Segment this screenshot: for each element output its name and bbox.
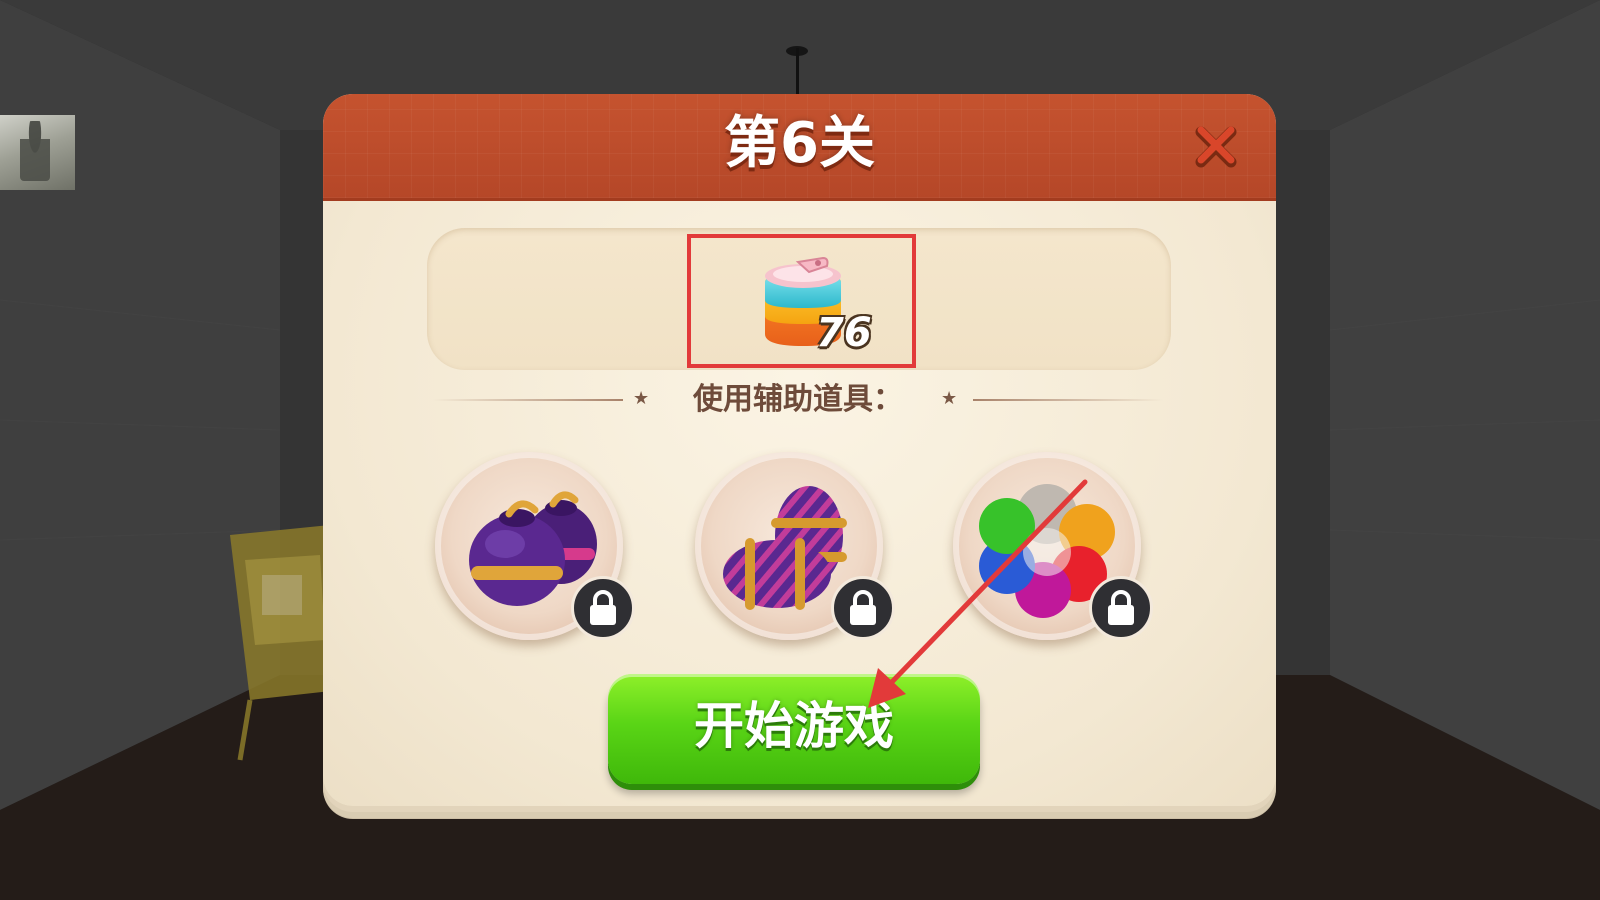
lock-badge (831, 576, 895, 640)
divider-left (433, 399, 623, 401)
start-game-label: 开始游戏 (694, 697, 894, 755)
wall-portrait (0, 115, 75, 190)
lock-icon (590, 590, 616, 625)
lock-icon (1108, 590, 1134, 625)
lock-badge (571, 576, 635, 640)
lock-icon (850, 590, 876, 625)
close-icon[interactable] (1193, 124, 1239, 170)
highlight-box (687, 234, 916, 368)
star-icon: ★ (941, 388, 958, 409)
lamp-cord (796, 48, 799, 98)
booster-slot-rainbow[interactable] (953, 452, 1153, 640)
booster-slot-bomb[interactable] (435, 452, 635, 640)
booster-label: 使用辅助道具： (693, 382, 903, 417)
booster-label-row: ★ 使用辅助道具： ★ (433, 380, 1163, 420)
star-icon: ★ (633, 388, 650, 409)
booster-slot-striped[interactable] (695, 452, 895, 640)
divider-right (973, 399, 1163, 401)
level-title: 第6关 (724, 111, 875, 176)
lock-badge (1089, 576, 1153, 640)
level-start-dialog: 第6关 76 ★ 使用辅助道具： ★ 开始游戏 (323, 94, 1276, 819)
start-game-button[interactable]: 开始游戏 (608, 674, 980, 784)
close-button[interactable] (1193, 124, 1239, 170)
